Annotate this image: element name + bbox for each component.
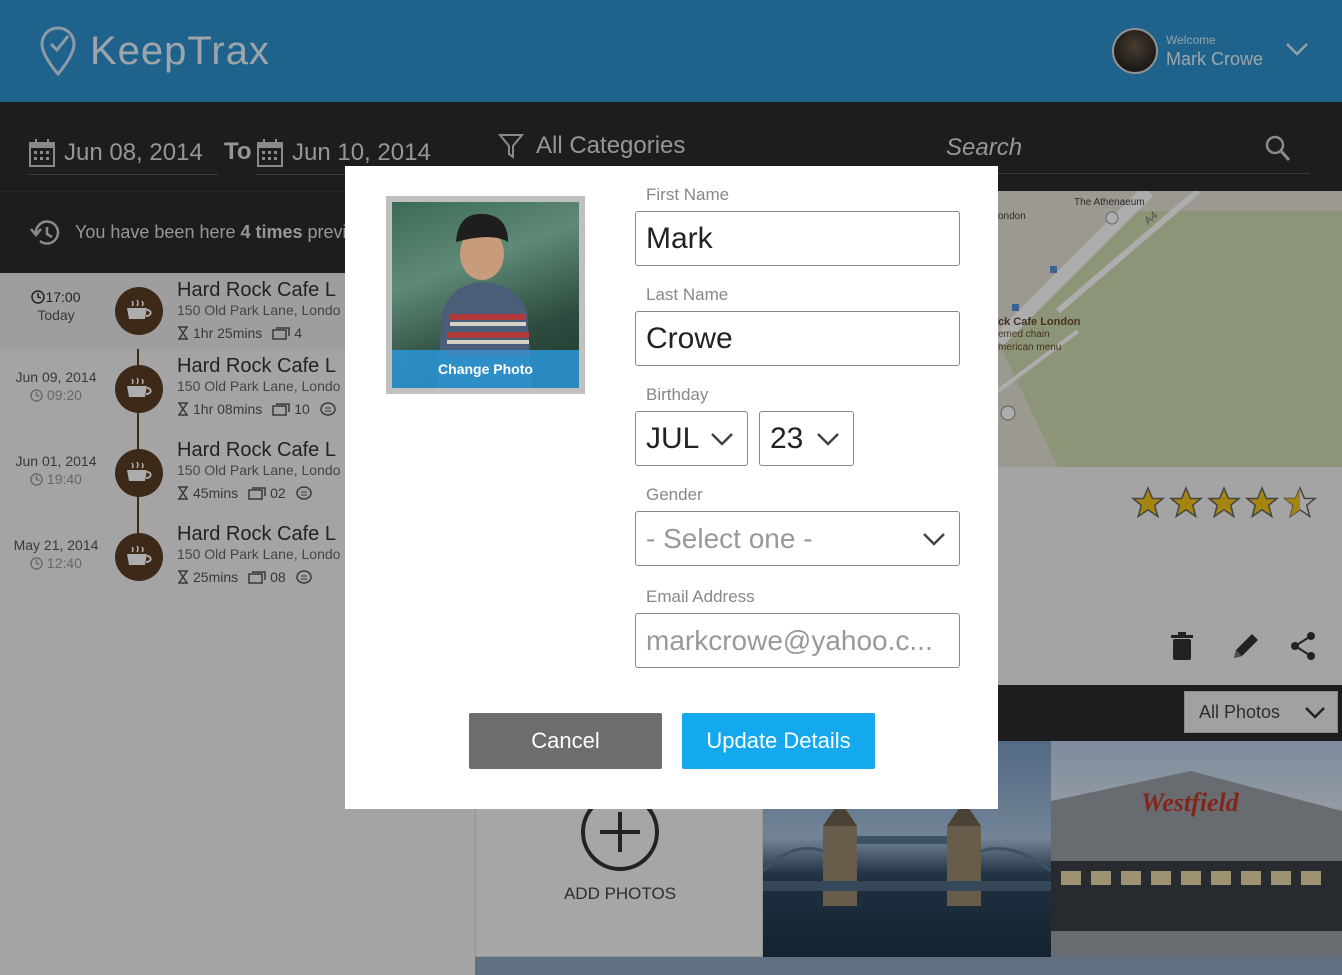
birthday-month-select[interactable]: JUL: [635, 411, 748, 466]
chevron-down-icon: [817, 433, 839, 446]
birthday-month-value: JUL: [646, 421, 700, 455]
email-label: Email Address: [646, 587, 755, 606]
chevron-down-icon: [923, 533, 945, 546]
cancel-button[interactable]: Cancel: [469, 713, 662, 769]
first-name-value: Mark: [646, 221, 713, 255]
last-name-value: Crowe: [646, 321, 733, 355]
last-name-label: Last Name: [646, 285, 729, 304]
chevron-down-icon: [711, 433, 733, 446]
last-name-field[interactable]: Crowe: [635, 311, 960, 366]
gender-placeholder: - Select one -: [646, 522, 813, 554]
first-name-label: First Name: [646, 185, 730, 204]
first-name-field[interactable]: Mark: [635, 211, 960, 266]
birthday-day-value: 23: [770, 421, 804, 455]
birthday-label: Birthday: [646, 385, 709, 404]
change-photo-button[interactable]: Change Photo: [392, 350, 579, 388]
profile-photo-image: Change Photo: [392, 202, 579, 388]
email-placeholder: markcrowe@yahoo.c...: [646, 624, 933, 656]
profile-photo[interactable]: Change Photo: [386, 196, 585, 394]
birthday-day-select[interactable]: 23: [759, 411, 854, 466]
email-field[interactable]: markcrowe@yahoo.c...: [635, 613, 960, 668]
edit-profile-modal: Change Photo First Name Mark Last Name C…: [345, 166, 998, 809]
gender-label: Gender: [646, 485, 703, 504]
update-details-button[interactable]: Update Details: [682, 713, 875, 769]
gender-select[interactable]: - Select one -: [635, 511, 960, 566]
